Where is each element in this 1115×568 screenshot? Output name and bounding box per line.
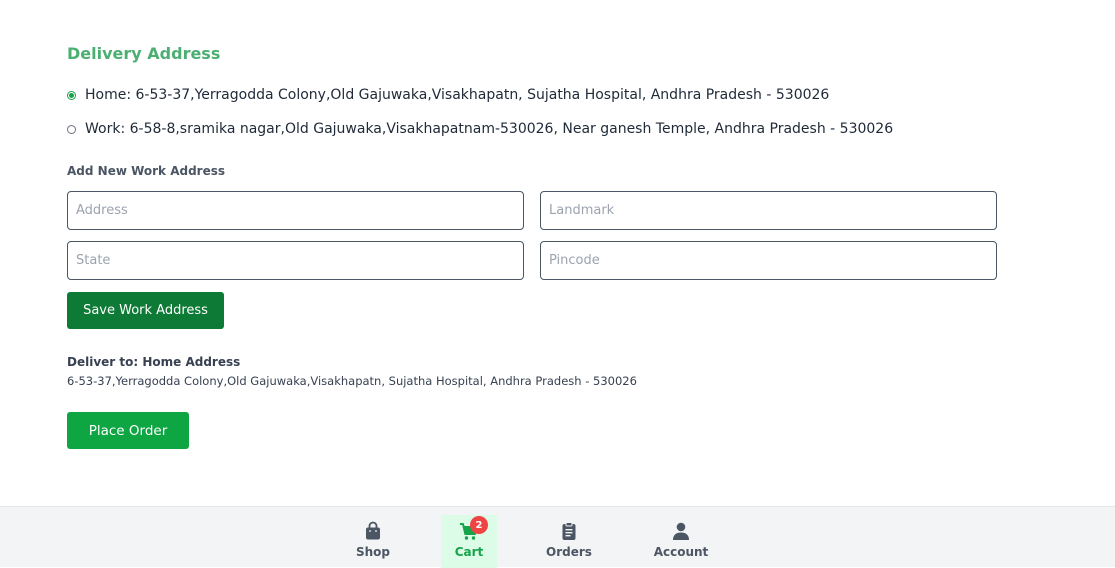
radio-home[interactable]	[67, 90, 76, 100]
nav-label-cart: Cart	[454, 545, 484, 559]
pincode-input[interactable]	[540, 241, 997, 280]
nav-item-shop[interactable]: Shop	[345, 515, 401, 568]
user-icon	[671, 521, 691, 541]
address-input[interactable]	[67, 191, 524, 230]
delivery-address-title: Delivery Address	[67, 44, 221, 63]
address-option-home-label: Home: 6-53-37,Yerragodda Colony,Old Gaju…	[85, 87, 830, 103]
nav-label-shop: Shop	[355, 545, 391, 559]
deliver-to-title: Deliver to: Home Address	[67, 355, 241, 369]
bottom-nav: Shop 2 Cart Orders Account	[0, 506, 1115, 568]
nav-item-orders[interactable]: Orders	[541, 515, 597, 568]
place-order-button[interactable]: Place Order	[67, 412, 189, 449]
state-input[interactable]	[67, 241, 524, 280]
address-option-work-label: Work: 6-58-8,sramika nagar,Old Gajuwaka,…	[85, 121, 894, 137]
nav-item-cart[interactable]: 2 Cart	[441, 515, 497, 568]
address-option-work[interactable]: Work: 6-58-8,sramika nagar,Old Gajuwaka,…	[67, 121, 893, 137]
add-new-address-heading: Add New Work Address	[67, 164, 226, 178]
deliver-to-address: 6-53-37,Yerragodda Colony,Old Gajuwaka,V…	[67, 374, 637, 388]
cart-count-badge: 2	[470, 516, 488, 534]
address-option-home[interactable]: Home: 6-53-37,Yerragodda Colony,Old Gaju…	[67, 87, 829, 103]
save-work-address-button[interactable]: Save Work Address	[67, 292, 224, 329]
landmark-input[interactable]	[540, 191, 997, 230]
nav-item-account[interactable]: Account	[648, 515, 714, 568]
cart-icon: 2	[459, 516, 488, 541]
nav-label-orders: Orders	[546, 545, 592, 559]
radio-work[interactable]	[67, 124, 76, 134]
nav-label-account: Account	[653, 545, 709, 559]
shopping-bag-icon	[363, 521, 383, 541]
clipboard-icon	[559, 521, 579, 541]
